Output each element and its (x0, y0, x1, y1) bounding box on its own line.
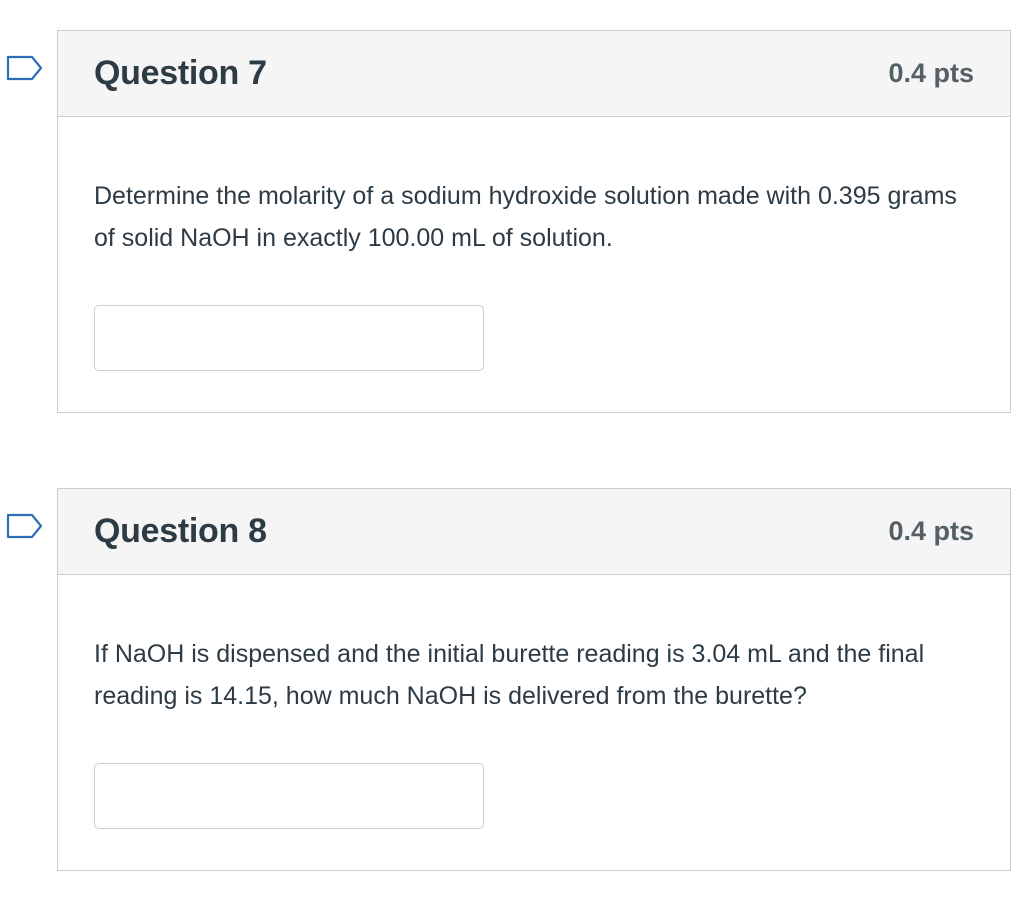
question-7-title: Question 7 (94, 54, 267, 92)
question-8-title: Question 8 (94, 512, 267, 550)
question-7-points: 0.4 pts (888, 58, 974, 88)
question-8-text: If NaOH is dispensed and the initial bur… (94, 640, 925, 710)
question-8-answer-input[interactable] (94, 763, 484, 829)
question-7-header: Question 7 0.4 pts (58, 31, 1010, 117)
question-7-answer-input[interactable] (94, 305, 484, 371)
question-7-text: Determine the molarity of a sodium hydro… (94, 182, 957, 252)
flag-question-8-icon[interactable] (6, 513, 44, 539)
question-8-card: Question 8 0.4 pts If NaOH is dispensed … (57, 488, 1011, 871)
question-7-body: Determine the molarity of a sodium hydro… (58, 117, 1010, 371)
question-8-points: 0.4 pts (888, 516, 974, 546)
question-8-header: Question 8 0.4 pts (58, 489, 1010, 575)
question-8-body: If NaOH is dispensed and the initial bur… (58, 575, 1010, 829)
question-7-card: Question 7 0.4 pts Determine the molarit… (57, 30, 1011, 413)
flag-question-7-icon[interactable] (6, 55, 44, 81)
